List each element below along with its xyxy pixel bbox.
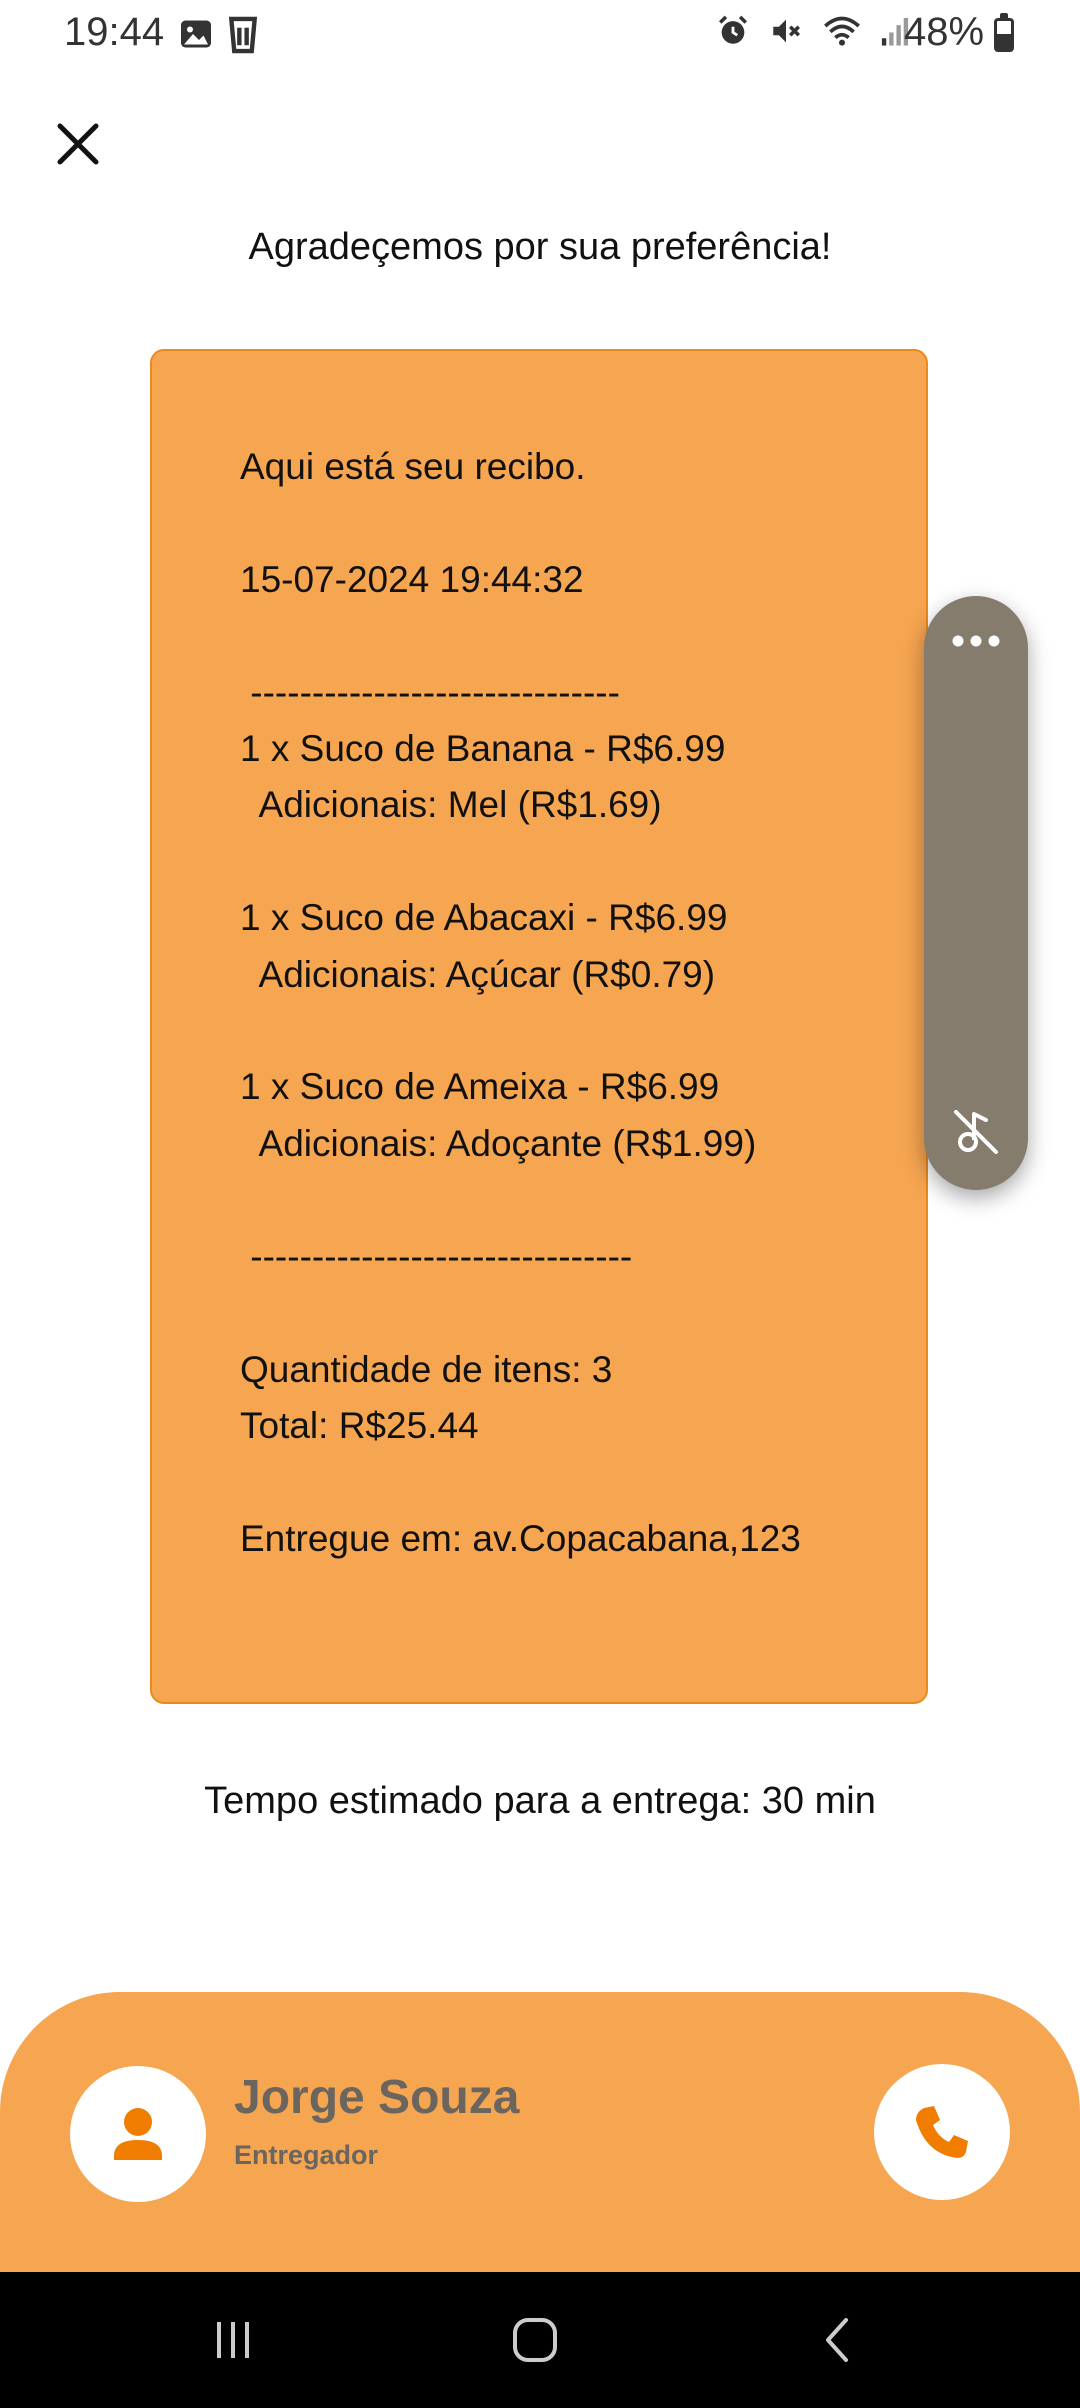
receipt-total: Total: R$25.44 xyxy=(240,1404,479,1446)
receipt-divider: ------------------------------ xyxy=(240,671,620,713)
courier-card: Jorge Souza Entregador xyxy=(0,1992,1080,2272)
status-time: 19:44 xyxy=(64,10,165,54)
recent-apps-icon xyxy=(217,2322,249,2358)
call-button[interactable] xyxy=(874,2064,1010,2200)
person-icon xyxy=(114,2108,162,2160)
receipt-item-extras: Adicionais: Adoçante (R$1.99) xyxy=(240,1122,757,1164)
battery-percent: 48% xyxy=(904,10,985,54)
receipt-divider: ------------------------------- xyxy=(240,1235,633,1277)
wifi-icon xyxy=(824,16,860,46)
phone-icon xyxy=(916,2106,968,2158)
thanks-message: Agradeçemos por sua preferência! xyxy=(248,226,832,268)
music-off-button[interactable] xyxy=(950,1106,1002,1158)
receipt-line: Aqui está seu recibo. xyxy=(240,446,586,487)
recent-apps-button[interactable] xyxy=(203,2310,263,2370)
receipt-item: 1 x Suco de Ameixa - R$6.99 xyxy=(240,1066,720,1108)
courier-role: Entregador xyxy=(234,2140,379,2170)
receipt-item: 1 x Suco de Abacaxi - R$6.99 xyxy=(240,897,728,939)
mute-icon xyxy=(773,19,801,43)
receipt-item-extras: Adicionais: Mel (R$1.69) xyxy=(240,784,662,826)
music-off-icon xyxy=(954,1110,998,1154)
home-icon xyxy=(513,2318,557,2362)
receipt-card: Aqui está seu recibo. 15-07-2024 19:44:3… xyxy=(150,349,928,1704)
receipt-address: Entregue em: av.Copacabana,123 xyxy=(240,1517,801,1559)
status-bar: 19:44 48% xyxy=(0,0,1080,72)
receipt-item-count: Quantidade de itens: 3 xyxy=(240,1348,613,1390)
close-icon xyxy=(57,123,99,165)
home-button[interactable] xyxy=(505,2310,565,2370)
more-button[interactable] xyxy=(946,626,1006,656)
back-button[interactable] xyxy=(808,2310,868,2370)
close-button[interactable] xyxy=(50,116,106,172)
courier-name: Jorge Souza xyxy=(234,2071,520,2124)
battery-icon xyxy=(994,13,1014,52)
avatar xyxy=(70,2066,206,2202)
more-dots-icon xyxy=(952,635,1000,647)
image-icon xyxy=(181,20,211,48)
navigation-bar xyxy=(0,2272,1080,2408)
floating-media-panel[interactable] xyxy=(924,596,1028,1190)
receipt-item: 1 x Suco de Banana - R$6.99 xyxy=(240,728,726,770)
delivery-eta: Tempo estimado para a entrega: 30 min xyxy=(204,1780,876,1822)
cup-icon xyxy=(228,16,258,54)
receipt-item-extras: Adicionais: Açúcar (R$0.79) xyxy=(240,953,716,995)
receipt-date: 15-07-2024 19:44:32 xyxy=(240,558,584,600)
alarm-icon xyxy=(718,15,748,44)
back-icon xyxy=(826,2318,848,2362)
receipt-text: Aqui está seu recibo. 15-07-2024 19:44:3… xyxy=(240,439,801,1567)
